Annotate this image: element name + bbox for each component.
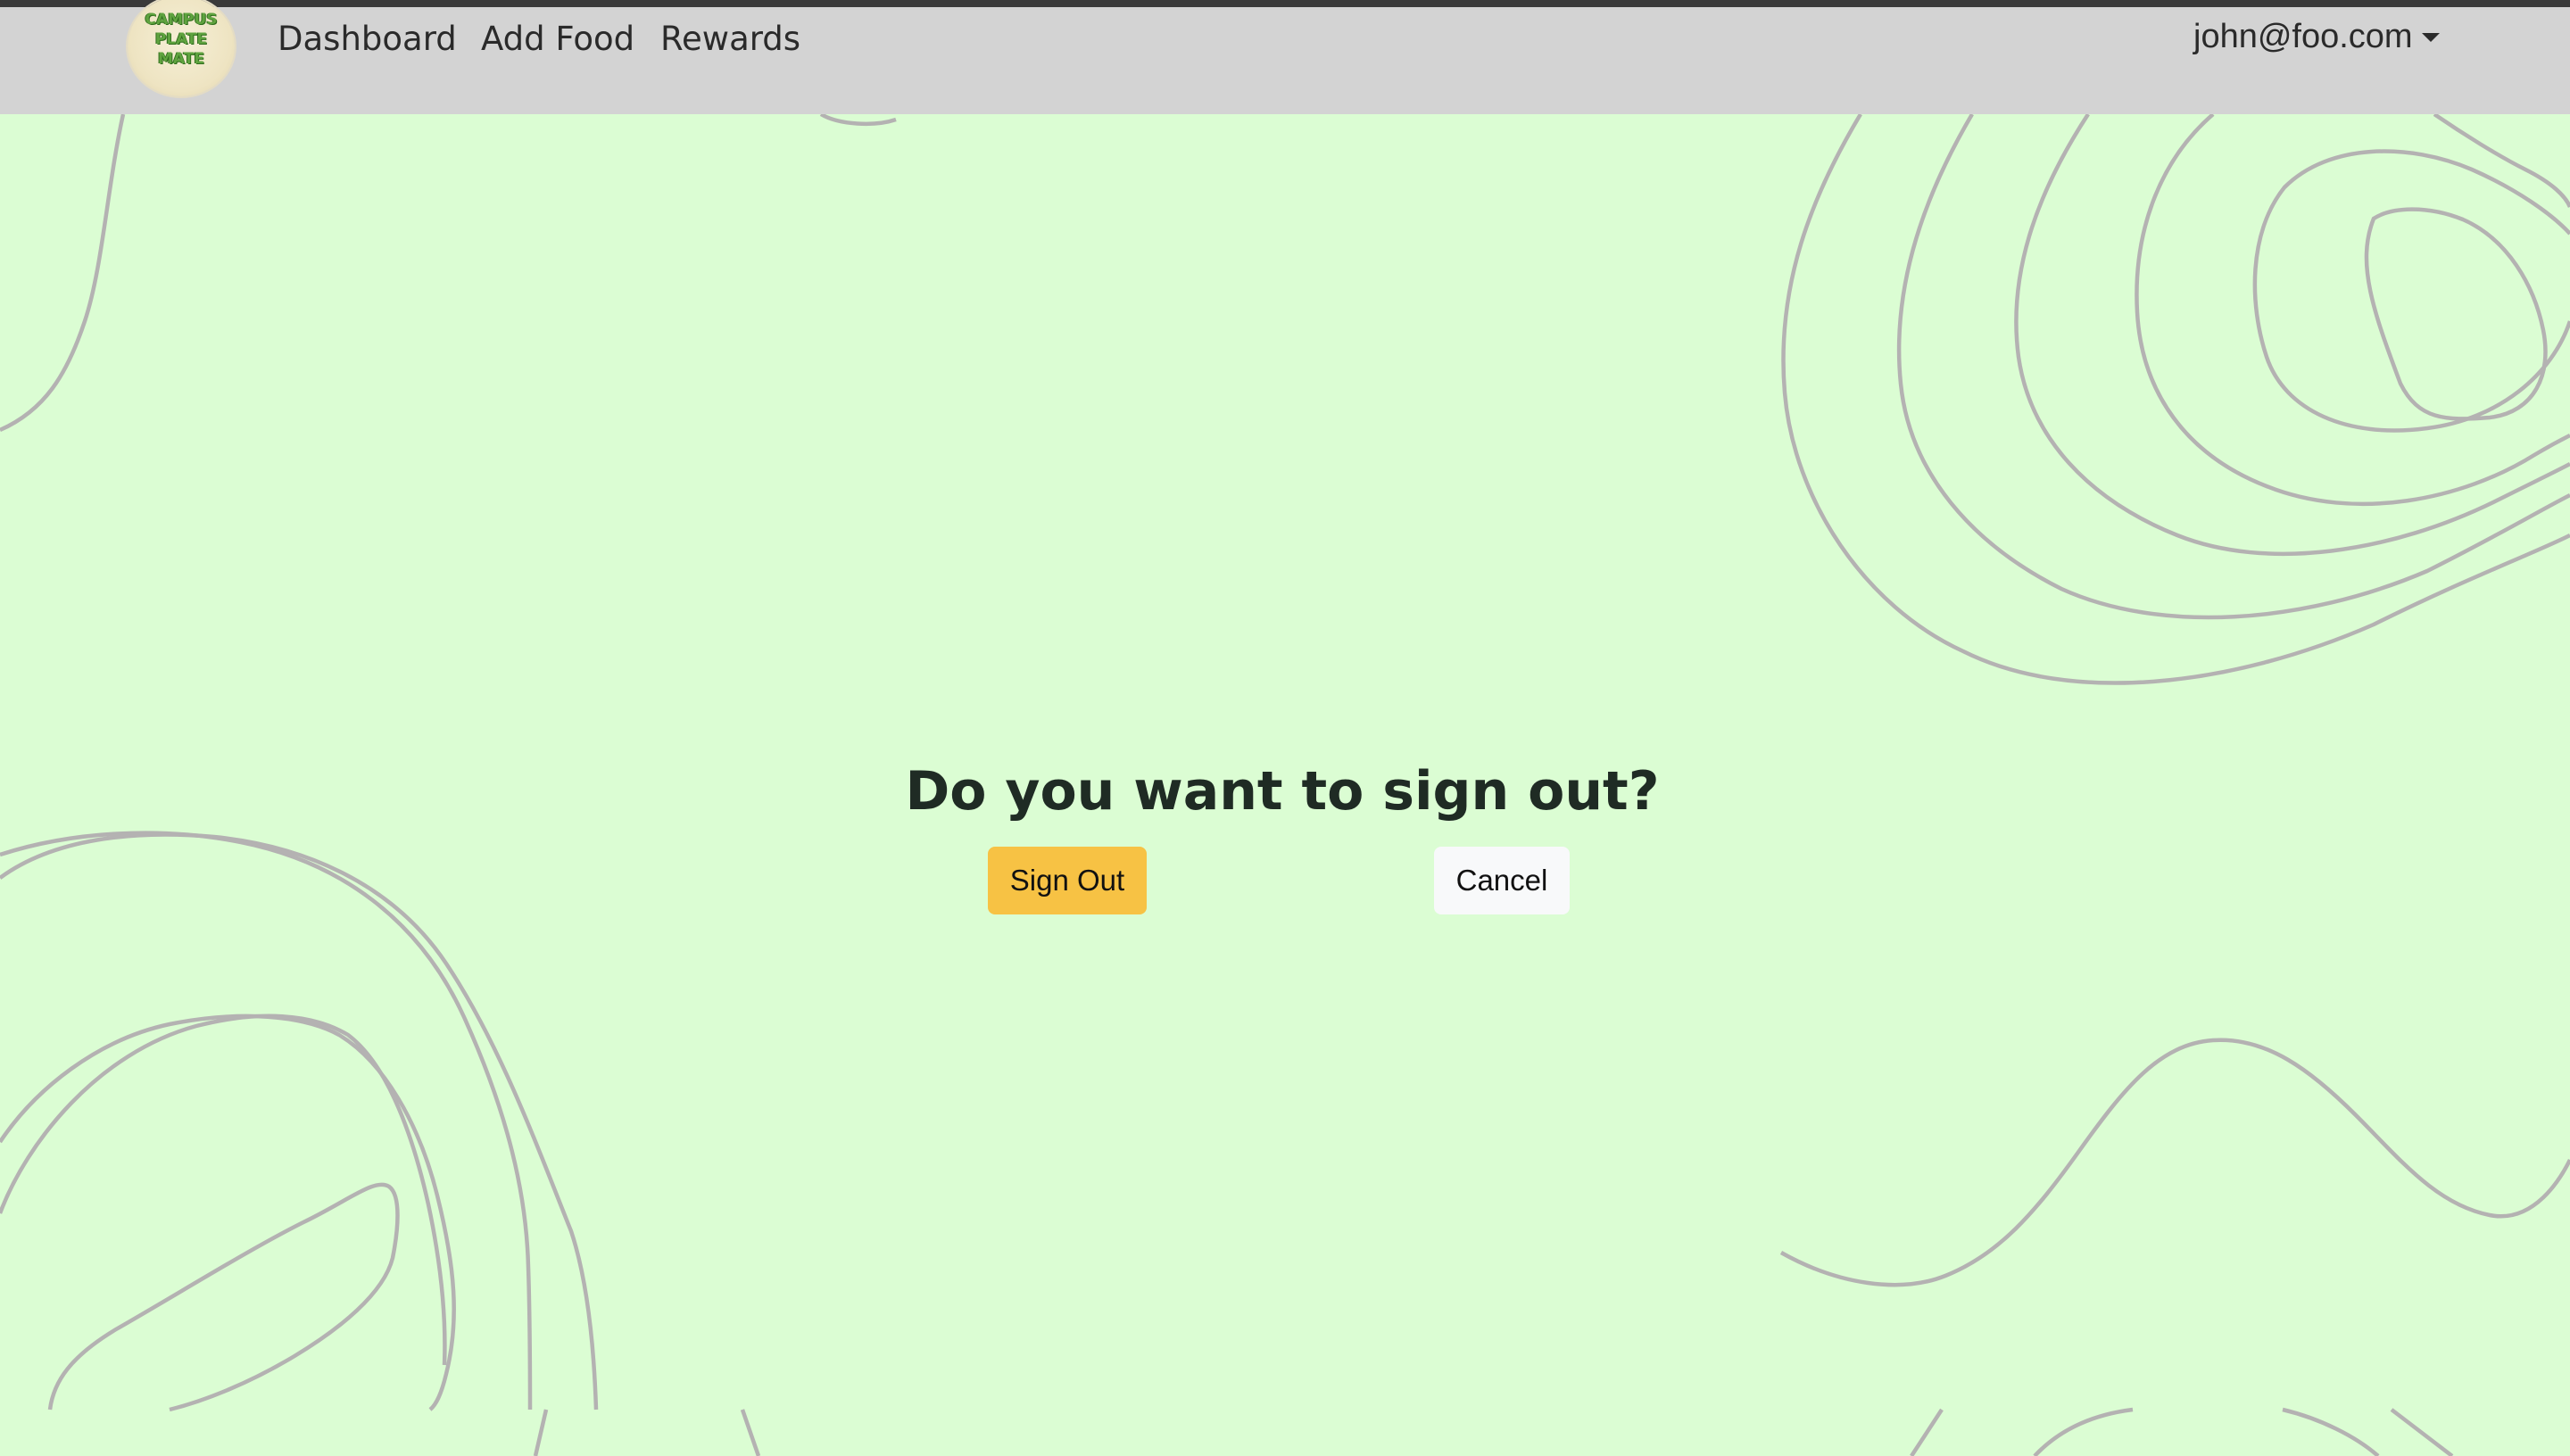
contour-line <box>2135 112 2570 506</box>
contour-line <box>0 113 126 433</box>
contour-line <box>819 112 897 127</box>
caret-down-icon <box>2421 32 2440 42</box>
contour-line <box>0 831 533 1410</box>
nav-link-add-food[interactable]: Add Food <box>481 20 634 58</box>
window-top-strip <box>0 0 2570 7</box>
contour-line <box>2364 207 2548 421</box>
contour-line <box>533 1409 549 1456</box>
logo-text-line: MATE <box>158 50 204 68</box>
contour-line <box>1779 1038 2570 1287</box>
contour-line <box>0 1013 447 1366</box>
contour-line <box>47 1182 400 1412</box>
contour-line <box>1896 112 2570 620</box>
user-email: john@foo.com <box>2193 18 2413 55</box>
contour-line <box>1910 1408 1944 1456</box>
page-title: Do you want to sign out? <box>905 760 1660 823</box>
contour-line <box>2433 112 2570 208</box>
contour-line <box>2282 1407 2380 1456</box>
topographic-background <box>0 112 2570 1456</box>
nav-link-dashboard[interactable]: Dashboard <box>278 20 457 58</box>
logo-text-line: PLATE <box>154 30 208 48</box>
contour-line <box>2033 1407 2134 1456</box>
sign-out-button[interactable]: Sign Out <box>988 847 1147 914</box>
nav-link-rewards[interactable]: Rewards <box>660 20 800 58</box>
logo-text-line: CAMPUS <box>145 11 218 29</box>
contour-line <box>2252 149 2570 433</box>
contour-line <box>740 1409 761 1456</box>
campus-plate-mate-logo[interactable]: CAMPUS PLATE MATE <box>128 0 235 96</box>
cancel-button[interactable]: Cancel <box>1434 847 1570 914</box>
contour-line <box>2390 1408 2454 1456</box>
navbar: CAMPUS PLATE MATE Dashboard Add Food Rew… <box>0 0 2570 114</box>
user-dropdown-toggle[interactable]: john@foo.com <box>2193 18 2440 56</box>
contour-line <box>0 832 599 1410</box>
contour-line <box>0 1013 456 1411</box>
